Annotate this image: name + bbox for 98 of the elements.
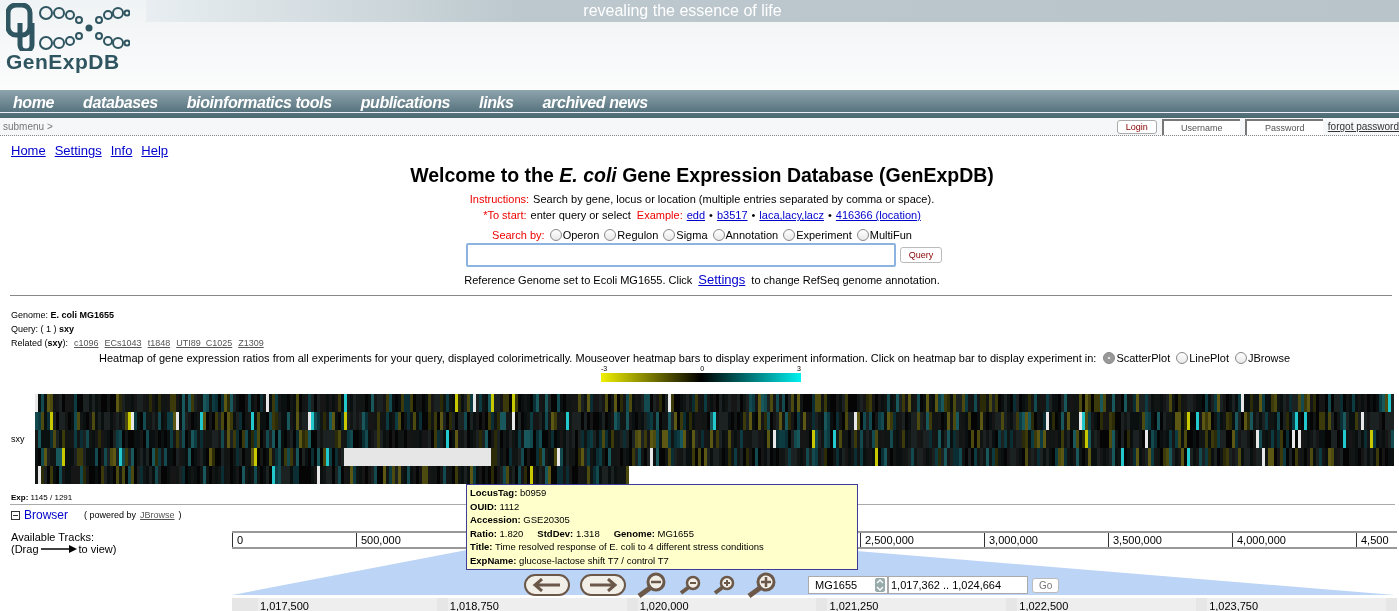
- search-option[interactable]: Regulon: [604, 229, 659, 241]
- ruler-label: 1,023,750: [1207, 598, 1386, 611]
- row-label: sxy: [11, 434, 26, 444]
- example-link[interactable]: edd: [686, 209, 706, 221]
- related-link[interactable]: ECs1043: [104, 336, 142, 350]
- to-start-label: *To start:: [483, 209, 527, 221]
- tooltip-field: Title: Time resolved response of E. coli to 4 different stress conditions: [470, 540, 764, 554]
- separator: •: [709, 209, 713, 221]
- location-field[interactable]: 1,017,362 .. 1,024,664: [888, 576, 1028, 594]
- top-link[interactable]: Help: [141, 143, 169, 158]
- ruler-label: 0: [232, 533, 356, 547]
- query-text: Query: ( 1 ) sxy: [11, 323, 76, 336]
- related-link[interactable]: t1848: [147, 336, 171, 350]
- search-option[interactable]: Experiment: [783, 229, 852, 241]
- logo-text: GenExpDB: [6, 50, 121, 74]
- refseq-text: Reference Genome set to Ecoli MG1655. Click: [464, 274, 693, 286]
- collapse-icon[interactable]: [11, 510, 20, 520]
- tooltip-field: ExpName: glucose-lactose shift T7 / control T7: [470, 553, 669, 567]
- example-link[interactable]: laca,lacy,lacz: [759, 209, 824, 221]
- nav-link[interactable]: archived news: [542, 94, 648, 112]
- ruler-label: 4,000,000: [1232, 533, 1356, 547]
- instructions-text: Search by gene, locus or location (multiple entries separated by comma or space).: [533, 193, 935, 205]
- heatmap-drawing[interactable]: [35, 394, 1394, 484]
- genome-select[interactable]: MG1655: [808, 576, 888, 594]
- username-field[interactable]: Username: [1161, 118, 1240, 135]
- tooltip-field: Accession: GSE20305: [470, 513, 570, 527]
- genome-text: Genome: E. coli MG1655: [11, 309, 116, 322]
- search-by-label: Search by:: [492, 229, 545, 241]
- settings-link[interactable]: Settings: [698, 272, 746, 287]
- stepper-icon: [875, 578, 885, 592]
- tooltip-field: Genome: MG1655: [613, 526, 694, 540]
- top-link[interactable]: Settings: [54, 143, 102, 158]
- available-tracks-label: Available Tracks:: [11, 531, 95, 543]
- ruler-label: 1,018,750: [447, 598, 627, 611]
- arrow-icon: [40, 545, 77, 553]
- drag-text: (Drag: [11, 543, 39, 555]
- zoom-out-icon[interactable]: [678, 575, 702, 595]
- tooltip-field: Ratio: 1.820: [470, 526, 524, 540]
- page-title: Welcome to the E. coli Gene Expression Database (GenExpDB): [410, 164, 994, 187]
- instructions-label: Instructions:: [469, 193, 530, 205]
- password-field[interactable]: Password: [1244, 118, 1323, 135]
- zoom-in-icon[interactable]: [746, 572, 778, 598]
- nav-link[interactable]: databases: [83, 94, 158, 112]
- logo-icon: [6, 3, 130, 51]
- submenu-label: submenu >: [3, 121, 53, 132]
- separator: •: [751, 209, 756, 221]
- example-link[interactable]: 416366 (location): [835, 209, 921, 221]
- ruler-label: 4,500: [1356, 533, 1399, 547]
- drag-text: to view): [78, 543, 117, 555]
- tooltip-field: StdDev: 1.318: [537, 526, 600, 540]
- zoom-in-icon[interactable]: [712, 575, 736, 595]
- browser-link[interactable]: Browser: [24, 508, 68, 522]
- pan-left-button[interactable]: [524, 574, 570, 596]
- search-option[interactable]: MultiFun: [856, 229, 912, 241]
- related-link[interactable]: c1096: [74, 336, 99, 350]
- tooltip-field: OUID: 1112: [470, 499, 520, 513]
- display-option[interactable]: ScatterPlot: [1103, 352, 1171, 364]
- ruler-label: 1,017,500: [258, 598, 437, 611]
- login-button[interactable]: Login: [1116, 119, 1157, 134]
- top-link[interactable]: Home: [11, 143, 46, 158]
- top-link[interactable]: Info: [110, 143, 133, 158]
- nav-link[interactable]: links: [479, 94, 514, 112]
- nav-link[interactable]: bioinformatics tools: [186, 94, 332, 112]
- refseq-text: to change RefSeq genome annotation.: [751, 274, 940, 286]
- powered-by-text: ( powered by: [84, 510, 137, 520]
- ruler-label: 2,500,000: [860, 533, 984, 547]
- search-option[interactable]: Sigma: [663, 229, 708, 241]
- display-option[interactable]: JBrowse: [1234, 352, 1291, 364]
- ruler-label: 1,022,500: [1017, 598, 1197, 611]
- tagline: revealing the essence of life: [583, 1, 782, 21]
- nav-link[interactable]: publications: [360, 94, 451, 112]
- forgot-password-link[interactable]: forgot password: [1327, 121, 1399, 132]
- query-field[interactable]: [465, 243, 896, 267]
- powered-by-text: ): [178, 510, 182, 520]
- to-start-text: enter query or select: [530, 209, 631, 221]
- nav-link[interactable]: home: [13, 94, 55, 112]
- ruler-label: 3,000,000: [984, 533, 1108, 547]
- display-option[interactable]: LinePlot: [1176, 352, 1229, 364]
- zoom-out-icon[interactable]: [636, 572, 668, 598]
- heatmap-caption: Heatmap of gene expression ratios from all experiments for your query, displayed colorimetrically. Mouseover heatmap bars to display experiment information. Click on heatmap bar to display experiment in:: [99, 352, 1097, 364]
- left-arrow-icon: [532, 578, 562, 592]
- ruler-label: 3,500,000: [1108, 533, 1232, 547]
- search-option[interactable]: Annotation: [712, 229, 779, 241]
- example-label: Example:: [636, 209, 683, 221]
- tooltip-field: LocusTag: b0959: [470, 486, 547, 500]
- related-link[interactable]: UTI89_C1025: [176, 336, 233, 350]
- ruler-label: 1,021,250: [827, 598, 1007, 611]
- pan-right-button[interactable]: [580, 574, 626, 596]
- experiment-count: Exp: 1145 / 1291: [11, 493, 73, 502]
- jbrowse-link[interactable]: JBrowse: [140, 510, 175, 520]
- separator: •: [827, 209, 832, 221]
- example-link[interactable]: b3517: [716, 209, 748, 221]
- query-button[interactable]: Query: [899, 247, 943, 263]
- related-label: Related (sxy):: [11, 337, 69, 350]
- ruler-label: 1,020,000: [637, 598, 817, 611]
- search-option[interactable]: Operon: [549, 229, 600, 241]
- related-link[interactable]: Z1309: [238, 336, 264, 350]
- right-arrow-icon: [588, 578, 618, 592]
